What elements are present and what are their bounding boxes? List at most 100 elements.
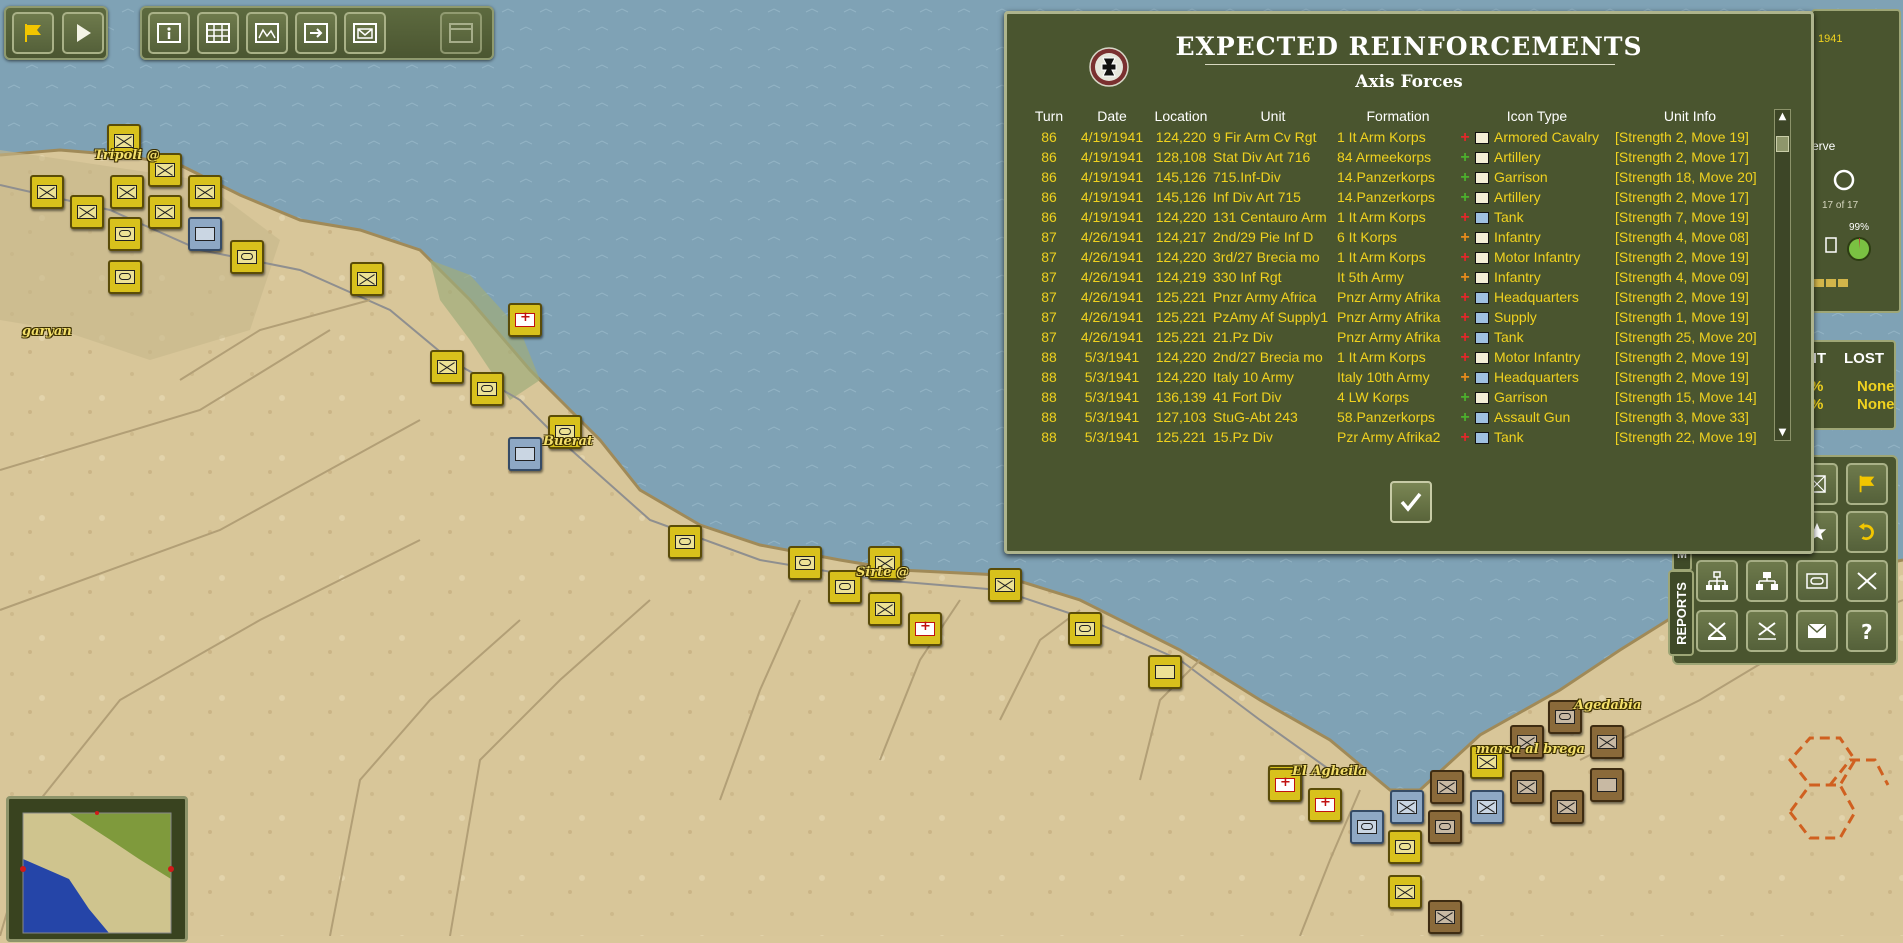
map-unit[interactable]	[70, 195, 104, 229]
minimap[interactable]	[6, 796, 188, 942]
ok-button[interactable]	[1390, 481, 1432, 523]
end-turn-button[interactable]	[62, 12, 104, 54]
map-unit[interactable]	[668, 525, 702, 559]
undo-button[interactable]	[1846, 511, 1888, 553]
table-row[interactable]: 88 5/3/1941 124,220 Italy 10 Army Italy 10th…	[1027, 367, 1765, 387]
col-turn[interactable]: Turn	[1027, 105, 1071, 127]
flag-button[interactable]	[12, 12, 54, 54]
cell-unit-info: [Strength 3, Move 33]	[1615, 409, 1749, 425]
hierarchy-button[interactable]	[1746, 560, 1788, 602]
scroll-up-arrow-icon[interactable]: ▲	[1775, 110, 1790, 124]
split-button[interactable]	[1746, 610, 1788, 652]
window-button[interactable]	[440, 12, 482, 54]
reserve-ring-icon[interactable]	[1832, 168, 1856, 192]
mail-button[interactable]	[344, 12, 386, 54]
help-icon: ?	[1861, 620, 1873, 642]
map-unit[interactable]	[788, 546, 822, 580]
table-row[interactable]: 87 4/26/1941 125,221 PzAmy Af Supply1 Pnzr A…	[1027, 307, 1765, 327]
map-unit[interactable]	[350, 262, 384, 296]
table-row[interactable]: 86 4/19/1941 124,220 131 Centauro Arm 1 It A…	[1027, 207, 1765, 227]
mail-button-2[interactable]	[1796, 610, 1838, 652]
map-unit[interactable]	[430, 350, 464, 384]
map-unit[interactable]	[188, 217, 222, 251]
help-button[interactable]: ?	[1846, 610, 1888, 652]
map-unit[interactable]	[1428, 900, 1462, 934]
map-unit[interactable]	[108, 260, 142, 294]
cell-turn: 87	[1041, 329, 1057, 345]
reports-tab[interactable]: REPORTS	[1668, 570, 1694, 656]
col-unit-info[interactable]: Unit Info	[1615, 105, 1765, 127]
map-unit[interactable]	[470, 372, 504, 406]
map-unit[interactable]	[1388, 830, 1422, 864]
col-icon-type[interactable]: Icon Type	[1459, 105, 1615, 127]
cell-unit-info: [Strength 2, Move 17]	[1615, 189, 1749, 205]
cell-formation: Pnzr Army Afrika	[1337, 309, 1441, 325]
table-row[interactable]: 86 4/19/1941 145,126 Inf Div Art 715 14.Panz…	[1027, 187, 1765, 207]
table-row[interactable]: 87 4/26/1941 125,221 Pnzr Army Africa Pnzr A…	[1027, 287, 1765, 307]
cell-formation: Pnzr Army Afrika	[1337, 289, 1441, 305]
map-unit[interactable]	[148, 195, 182, 229]
info-button[interactable]	[148, 12, 190, 54]
cell-icon-type: + Tank	[1459, 327, 1615, 347]
col-unit[interactable]: Unit	[1209, 105, 1333, 127]
table-row[interactable]: 88 5/3/1941 124,220 2nd/27 Brecia mo 1 It Ar…	[1027, 347, 1765, 367]
table-scrollbar[interactable]: ▲ ▼	[1774, 109, 1791, 441]
table-row[interactable]: 86 4/19/1941 128,108 Stat Div Art 716 84 Arm…	[1027, 147, 1765, 167]
table-row[interactable]: 87 4/26/1941 124,219 330 Inf Rgt It 5th Army…	[1027, 267, 1765, 287]
table-row[interactable]: 87 4/26/1941 124,217 2nd/29 Pie Inf D 6 It K…	[1027, 227, 1765, 247]
table-row[interactable]: 88 5/3/1941 136,139 41 Fort Div 4 LW Korps + G…	[1027, 387, 1765, 407]
scroll-down-arrow-icon[interactable]: ▼	[1775, 426, 1790, 440]
grid-button[interactable]	[197, 12, 239, 54]
info-icon	[157, 23, 181, 43]
map-unit[interactable]	[108, 217, 142, 251]
table-row[interactable]: 87 4/26/1941 124,220 3rd/27 Brecia mo 1 It A…	[1027, 247, 1765, 267]
col-formation[interactable]: Formation	[1333, 105, 1459, 127]
map-unit[interactable]	[188, 175, 222, 209]
map-view-button[interactable]	[246, 12, 288, 54]
col-date[interactable]: Date	[1071, 105, 1153, 127]
map-unit[interactable]	[908, 612, 942, 646]
map-unit[interactable]	[508, 437, 542, 471]
map-unit[interactable]	[1068, 612, 1102, 646]
map-unit[interactable]	[1510, 770, 1544, 804]
map-unit[interactable]	[988, 568, 1022, 602]
expected-reinforcements-dialog: EXPECTED REINFORCEMENTS Axis Forces Turn…	[1004, 11, 1814, 554]
map-unit[interactable]	[508, 303, 542, 337]
cell-unit-info: [Strength 2, Move 19]	[1615, 369, 1749, 385]
map-unit[interactable]	[1308, 788, 1342, 822]
map-unit[interactable]	[30, 175, 64, 209]
map-unit[interactable]	[1550, 790, 1584, 824]
flag-button-2[interactable]	[1846, 463, 1888, 505]
cell-unit: StuG-Abt 243	[1213, 409, 1298, 425]
table-row[interactable]: 86 4/19/1941 124,220 9 Fir Arm Cv Rgt 1 It A…	[1027, 127, 1765, 147]
map-unit[interactable]	[230, 240, 264, 274]
col-location[interactable]: Location	[1153, 105, 1209, 127]
scroll-thumb[interactable]	[1776, 136, 1789, 152]
map-unit[interactable]	[1390, 790, 1424, 824]
map-unit[interactable]	[1430, 770, 1464, 804]
map-unit[interactable]	[110, 175, 144, 209]
map-unit[interactable]	[1148, 655, 1182, 689]
minimap-view[interactable]	[9, 799, 185, 939]
map-unit[interactable]	[1388, 875, 1422, 909]
map-unit[interactable]	[868, 592, 902, 626]
next-unit-button[interactable]	[295, 12, 337, 54]
table-row[interactable]: 87 4/26/1941 125,221 21.Pz Div Pnzr Army Afr…	[1027, 327, 1765, 347]
map-unit[interactable]	[1590, 725, 1624, 759]
map-unit[interactable]	[1590, 768, 1624, 802]
cell-location: 125,221	[1155, 309, 1207, 325]
combine-button[interactable]	[1696, 610, 1738, 652]
table-row[interactable]: 88 5/3/1941 127,103 StuG-Abt 243 58.Panzerko…	[1027, 407, 1765, 427]
org-chart-button[interactable]	[1696, 560, 1738, 602]
table-row[interactable]: 88 5/3/1941 125,221 15.Pz Div Pzr Army Afrik…	[1027, 427, 1765, 447]
cell-date: 5/3/1941	[1084, 389, 1140, 405]
map-unit[interactable]	[1350, 810, 1384, 844]
disband-button[interactable]	[1846, 560, 1888, 602]
map-unit[interactable]	[1470, 790, 1504, 824]
icon-type-label: Assault Gun	[1494, 408, 1571, 425]
unit-type-icon	[1475, 272, 1489, 285]
cell-turn: 87	[1041, 229, 1057, 245]
table-row[interactable]: 86 4/19/1941 145,126 715.Inf-Div 14.Panzerko…	[1027, 167, 1765, 187]
unit-button[interactable]	[1796, 560, 1838, 602]
map-unit[interactable]	[1428, 810, 1462, 844]
